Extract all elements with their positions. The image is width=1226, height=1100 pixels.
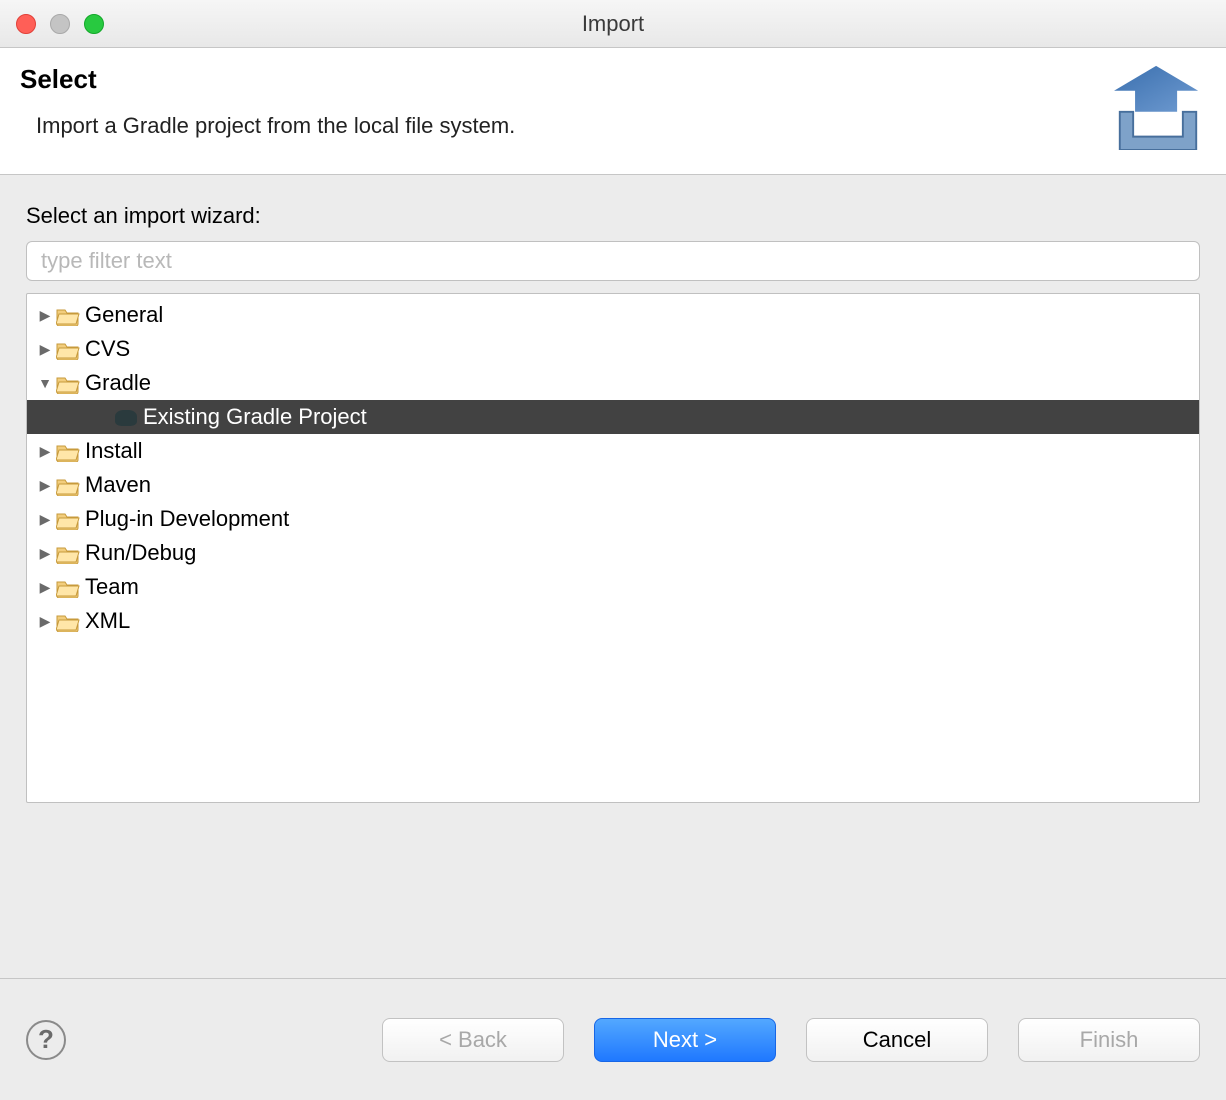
tree-item[interactable]: Existing Gradle Project (27, 400, 1199, 434)
titlebar: Import (0, 0, 1226, 48)
tree-folder[interactable]: ▶ General (27, 298, 1199, 332)
tree-folder[interactable]: ▶ Team (27, 570, 1199, 604)
wizard-prompt: Select an import wizard: (26, 203, 1200, 229)
wizard-tree[interactable]: ▶ General▶ CVS▼ GradleExisting Gradle Pr… (27, 294, 1199, 642)
chevron-right-icon[interactable]: ▶ (37, 511, 53, 528)
tree-item-label: Plug-in Development (85, 506, 289, 532)
tree-item-label: Maven (85, 472, 151, 498)
chevron-right-icon[interactable]: ▶ (37, 307, 53, 324)
import-icon (1110, 64, 1206, 150)
chevron-right-icon[interactable]: ▶ (37, 545, 53, 562)
minimize-window-button[interactable] (50, 14, 70, 34)
window-controls (16, 14, 104, 34)
tree-item-label: CVS (85, 336, 130, 362)
wizard-header: Select Import a Gradle project from the … (0, 48, 1226, 175)
folder-icon (55, 506, 81, 532)
chevron-down-icon[interactable]: ▼ (37, 375, 53, 391)
wizard-body: Select an import wizard: ▶ General▶ CVS▼… (0, 175, 1226, 803)
folder-icon (55, 336, 81, 362)
folder-icon (55, 370, 81, 396)
folder-icon (55, 472, 81, 498)
wizard-footer: ? < Back Next > Cancel Finish (0, 978, 1226, 1100)
folder-icon (55, 540, 81, 566)
gradle-icon (113, 404, 139, 430)
chevron-right-icon[interactable]: ▶ (37, 613, 53, 630)
back-button[interactable]: < Back (382, 1018, 564, 1062)
finish-button[interactable]: Finish (1018, 1018, 1200, 1062)
close-window-button[interactable] (16, 14, 36, 34)
tree-item-label: General (85, 302, 163, 328)
tree-folder[interactable]: ▶ Install (27, 434, 1199, 468)
tree-folder[interactable]: ▼ Gradle (27, 366, 1199, 400)
wizard-heading: Select (20, 64, 515, 95)
cancel-button[interactable]: Cancel (806, 1018, 988, 1062)
zoom-window-button[interactable] (84, 14, 104, 34)
tree-folder[interactable]: ▶ Maven (27, 468, 1199, 502)
tree-folder[interactable]: ▶ CVS (27, 332, 1199, 366)
folder-icon (55, 608, 81, 634)
chevron-right-icon[interactable]: ▶ (37, 477, 53, 494)
chevron-right-icon[interactable]: ▶ (37, 579, 53, 596)
tree-folder[interactable]: ▶ Plug-in Development (27, 502, 1199, 536)
filter-input[interactable] (26, 241, 1200, 281)
folder-icon (55, 302, 81, 328)
chevron-right-icon[interactable]: ▶ (37, 341, 53, 358)
tree-item-label: Install (85, 438, 142, 464)
tree-item-label: XML (85, 608, 130, 634)
wizard-tree-container: ▶ General▶ CVS▼ GradleExisting Gradle Pr… (26, 293, 1200, 803)
window-title: Import (0, 11, 1226, 37)
tree-item-label: Run/Debug (85, 540, 196, 566)
folder-icon (55, 574, 81, 600)
tree-folder[interactable]: ▶ Run/Debug (27, 536, 1199, 570)
tree-item-label: Team (85, 574, 139, 600)
tree-folder[interactable]: ▶ XML (27, 604, 1199, 638)
tree-item-label: Existing Gradle Project (143, 404, 367, 430)
wizard-subheading: Import a Gradle project from the local f… (36, 113, 515, 139)
help-button[interactable]: ? (26, 1020, 66, 1060)
chevron-right-icon[interactable]: ▶ (37, 443, 53, 460)
next-button[interactable]: Next > (594, 1018, 776, 1062)
folder-icon (55, 438, 81, 464)
tree-item-label: Gradle (85, 370, 151, 396)
